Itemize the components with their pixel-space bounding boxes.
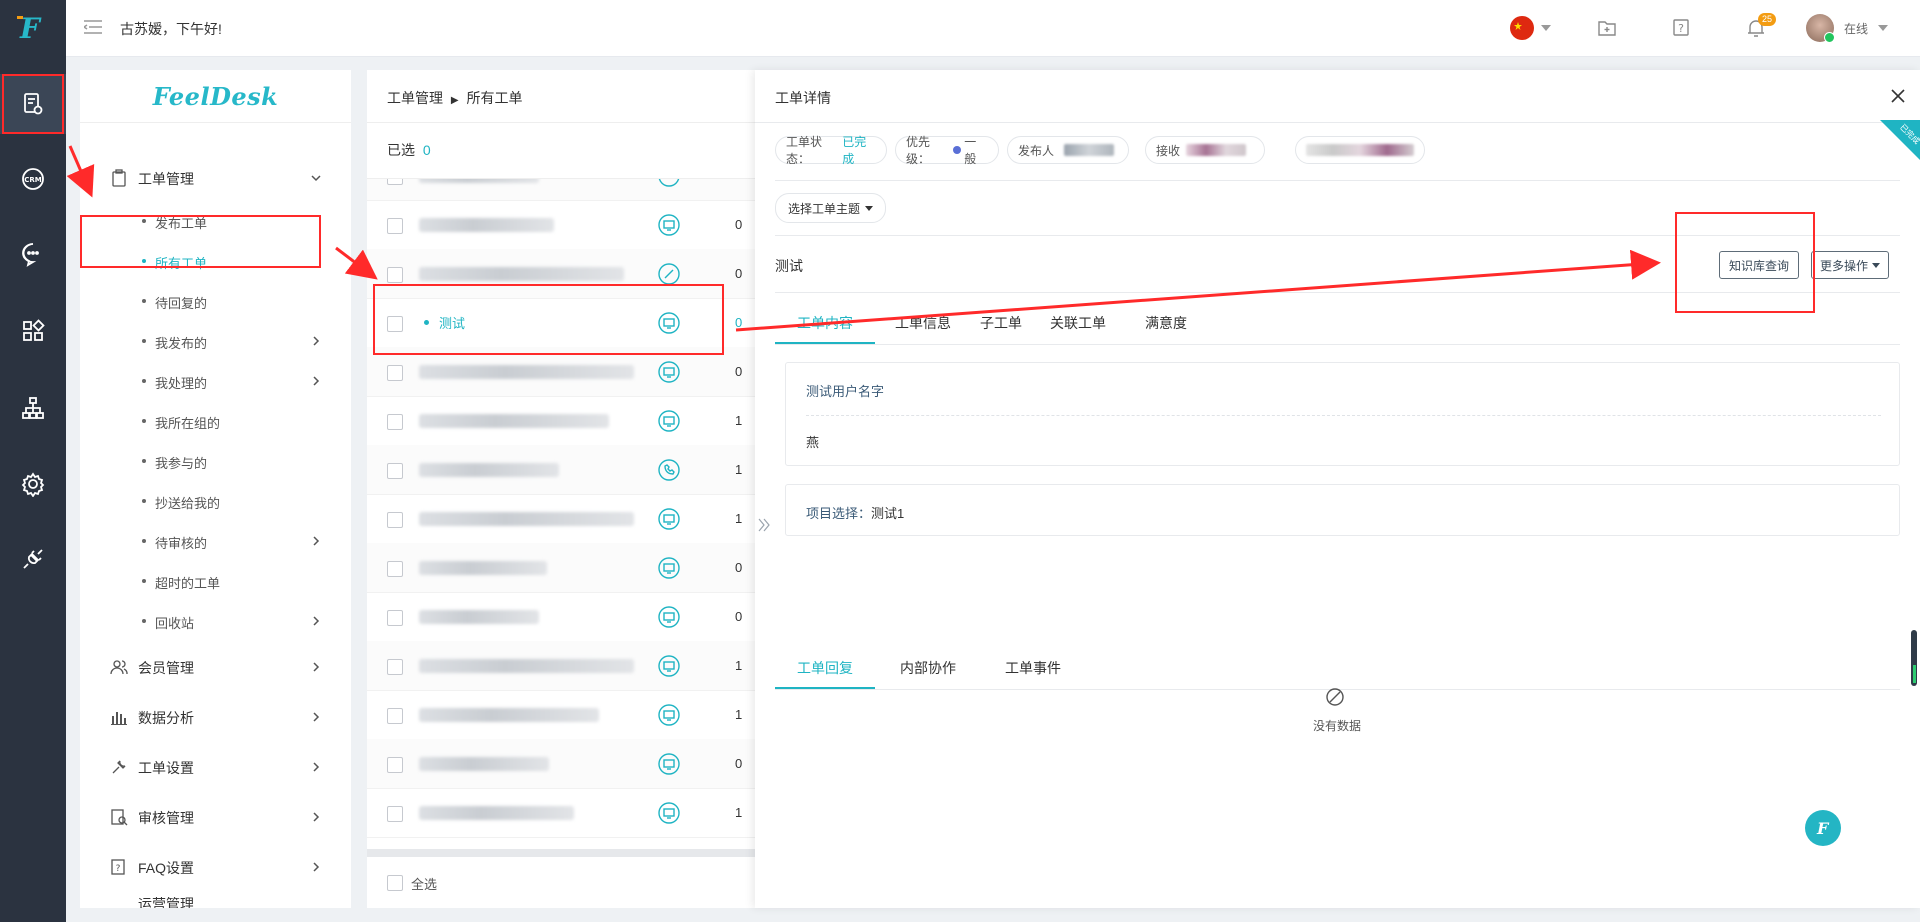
annotation-arrow (66, 145, 95, 198)
annotation-arrow (335, 246, 378, 280)
annotation-arrows (66, 145, 1661, 332)
annotation-arrow (735, 249, 1661, 332)
